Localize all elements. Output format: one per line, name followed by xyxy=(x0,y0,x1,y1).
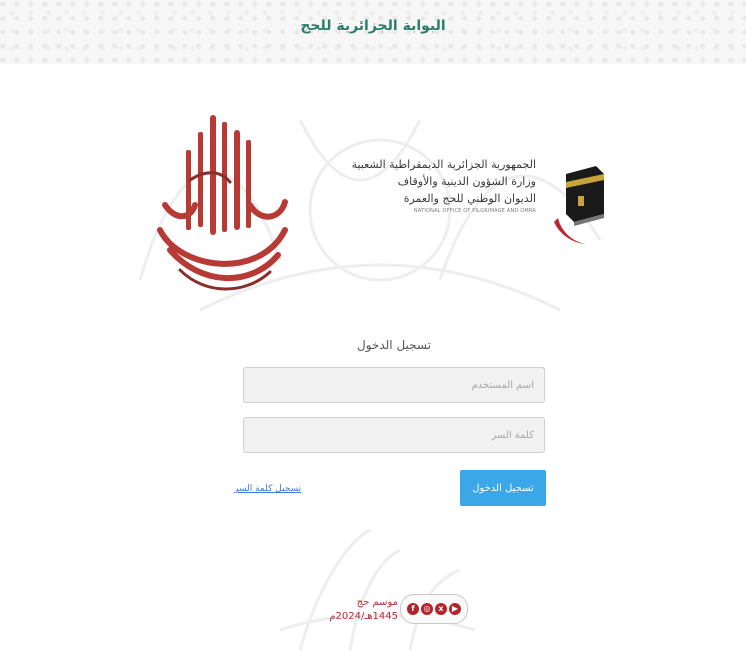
office-name-en: NATIONAL OFFICE OF PILGRIMAGE AND OMRA xyxy=(413,208,536,214)
ministry-name: وزارة الشؤون الدينية والأوقاف xyxy=(397,175,536,188)
login-title: تسجيل الدخول xyxy=(357,338,431,352)
season-line1: موسم حج xyxy=(356,597,398,608)
register-password-link[interactable]: تسجيل كلمة السر xyxy=(234,484,301,494)
portal-title: البوابة الجزائرية للحج xyxy=(300,18,446,34)
office-name: الديوان الوطني للحج والعمرة xyxy=(403,192,536,205)
username-input[interactable] xyxy=(243,367,545,403)
instagram-icon[interactable]: ◎ xyxy=(421,603,433,615)
hajj-season-label: موسم حج 1445هـ/2024م xyxy=(312,596,398,624)
top-header-bar: البوابة الجزائرية للحج xyxy=(0,0,746,64)
x-icon[interactable]: x xyxy=(435,603,447,615)
facebook-icon[interactable]: f xyxy=(407,603,419,615)
calligraphy-logo xyxy=(157,115,288,291)
footer-decoration xyxy=(279,528,476,651)
season-line2: 1445هـ/2024م xyxy=(329,611,398,622)
ministry-header-text: الجمهورية الجزائرية الديمقراطية الشعبية … xyxy=(318,158,536,214)
social-links: f ◎ x ▶ xyxy=(400,594,468,624)
password-input[interactable] xyxy=(243,417,545,453)
kaaba-crescent-emblem xyxy=(544,160,604,244)
login-button[interactable]: تسجيل الدخول xyxy=(460,470,546,506)
republic-name: الجمهورية الجزائرية الديمقراطية الشعبية xyxy=(351,158,536,171)
youtube-icon[interactable]: ▶ xyxy=(449,603,461,615)
